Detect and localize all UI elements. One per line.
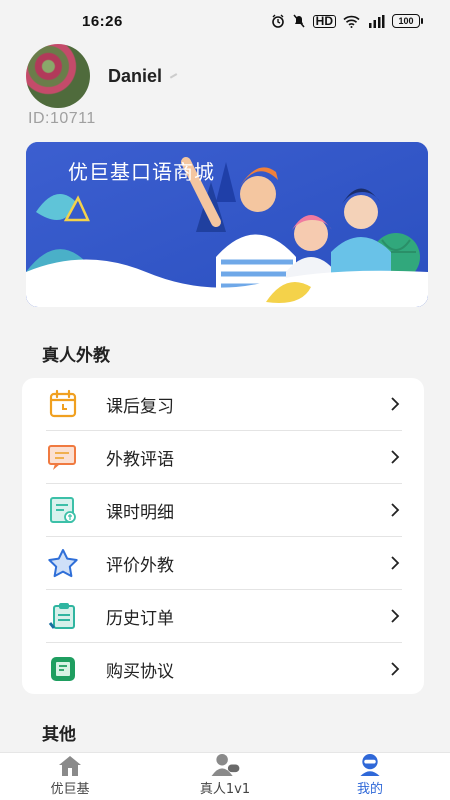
menu-item-lesson-details[interactable]: 课时明细: [22, 484, 424, 536]
banner-title: 优巨基口语商城: [68, 160, 215, 184]
bottom-tab-bar: 优巨基 真人1v1 我的: [0, 752, 450, 800]
menu-item-purchase-agreement[interactable]: 购买协议: [22, 643, 424, 695]
user-id: ID:10711: [28, 110, 96, 127]
tab-label: 优巨基: [50, 782, 90, 797]
mute-icon: [292, 14, 306, 28]
alarm-icon: [271, 14, 285, 28]
tab-real-1v1[interactable]: 真人1v1: [180, 753, 270, 800]
mall-banner[interactable]: 优巨基口语商城: [26, 142, 428, 307]
star-icon: [46, 546, 80, 580]
status-time: 16:26: [82, 12, 123, 30]
menu-item-label: 评价外教: [106, 555, 174, 576]
status-icons: HD 100: [271, 14, 423, 28]
menu-item-label: 购买协议: [106, 661, 174, 682]
tab-mine[interactable]: 我的: [330, 753, 410, 800]
profile-header[interactable]: Daniel ━: [26, 44, 180, 108]
menu-item-after-class-review[interactable]: 课后复习: [22, 378, 424, 430]
calendar-icon: [46, 387, 80, 421]
tab-home[interactable]: 优巨基: [30, 753, 110, 800]
chevron-right-icon: [391, 556, 400, 570]
chevron-right-icon: [391, 662, 400, 676]
menu-item-label: 课时明细: [106, 502, 174, 523]
chevron-right-icon: [391, 503, 400, 517]
section-title-other: 其他: [42, 725, 76, 745]
comment-icon: [46, 440, 80, 474]
username: Daniel: [108, 65, 163, 86]
chevron-right-icon: [391, 397, 400, 411]
order-icon: [46, 599, 80, 633]
receipt-icon: [46, 493, 80, 527]
menu-item-rate-teacher[interactable]: 评价外教: [22, 537, 424, 589]
menu-item-label: 历史订单: [106, 608, 174, 629]
home-icon: [59, 756, 81, 776]
menu-card: 课后复习 外教评语 课时明细 评价外教 历史订单 购买协议: [22, 378, 424, 694]
edit-icon[interactable]: ━: [167, 68, 180, 84]
menu-item-label: 课后复习: [106, 396, 174, 417]
chevron-right-icon: [391, 450, 400, 464]
status-bar: 16:26 HD 100: [0, 0, 450, 42]
menu-item-label: 外教评语: [106, 449, 174, 470]
battery-icon: 100: [392, 14, 423, 28]
tab-label: 真人1v1: [199, 782, 251, 797]
menu-item-teacher-comments[interactable]: 外教评语: [22, 431, 424, 483]
chevron-right-icon: [391, 609, 400, 623]
section-title-real-teacher: 真人外教: [42, 346, 110, 366]
teacher-icon: [211, 753, 240, 776]
wifi-icon: [343, 15, 360, 28]
tab-label: 我的: [356, 782, 383, 797]
profile-icon: [360, 753, 380, 776]
menu-item-order-history[interactable]: 历史订单: [22, 590, 424, 642]
avatar[interactable]: [26, 44, 90, 108]
hd-icon: HD: [312, 14, 336, 28]
agreement-icon: [46, 652, 80, 686]
signal-icon: [367, 14, 385, 28]
